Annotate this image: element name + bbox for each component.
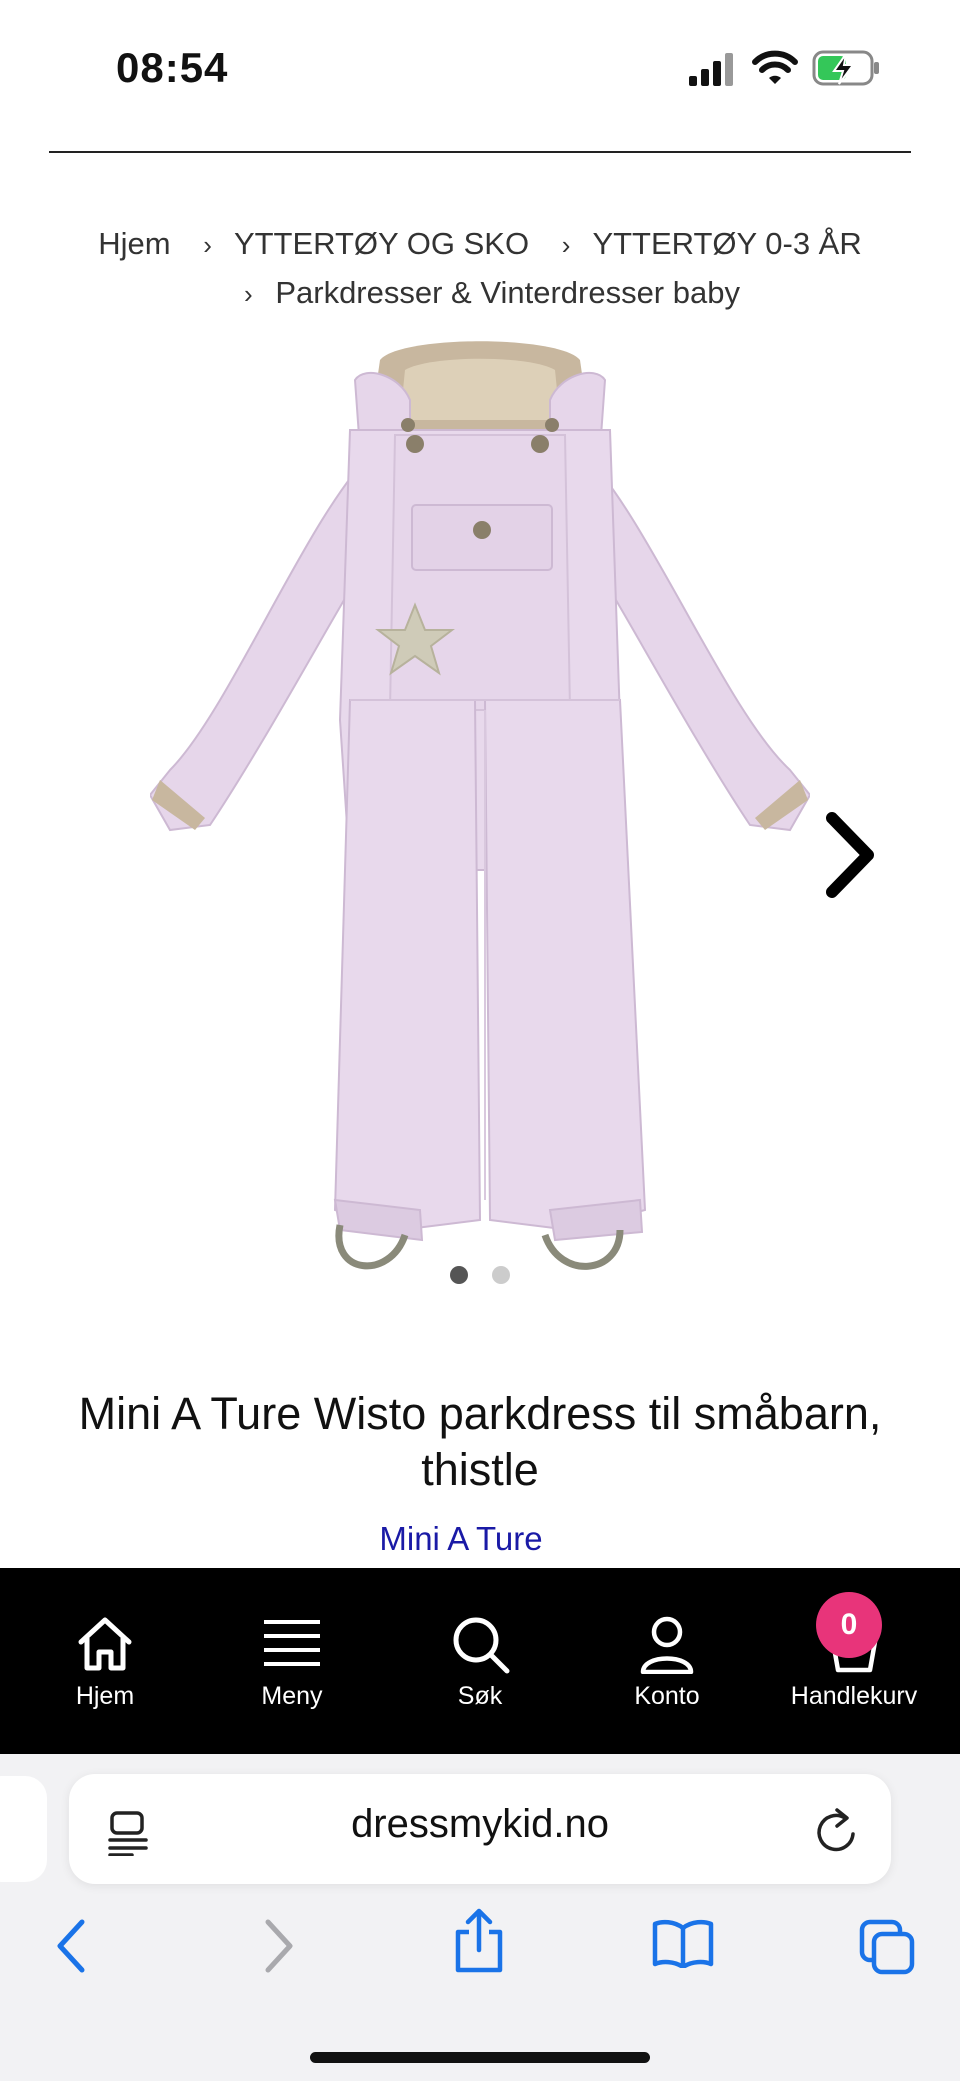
cellular-signal-icon [689, 53, 733, 86]
breadcrumb: Hjem › YTTERTØY OG SKO › YTTERTØY 0-3 ÅR… [0, 220, 960, 318]
nav-label-search: Søk [457, 1682, 503, 1710]
account-icon [640, 1616, 694, 1674]
home-indicator [310, 2052, 650, 2063]
brand-link[interactable]: Mini A Ture [0, 1520, 922, 1558]
header-divider [49, 151, 911, 153]
back-icon[interactable] [54, 1918, 88, 1974]
nav-item-search[interactable]: Søk [384, 1568, 576, 1754]
home-icon [78, 1617, 132, 1671]
breadcrumb-item-outerwear-0-3[interactable]: YTTERTØY 0-3 ÅR [592, 226, 861, 261]
share-icon[interactable] [452, 1908, 506, 1974]
chevron-right-icon: › [244, 279, 253, 309]
battery-charging-icon [812, 50, 879, 86]
nav-label-menu: Meny [261, 1682, 323, 1710]
wifi-icon [752, 50, 798, 84]
nav-item-home[interactable]: Hjem [9, 1568, 201, 1754]
breadcrumb-item-outerwear[interactable]: YTTERTØY OG SKO [234, 226, 529, 261]
next-image-arrow[interactable] [822, 810, 878, 900]
search-icon [453, 1617, 510, 1674]
bottom-nav-bar: Hjem Meny Søk Konto Handlekurv [0, 1568, 960, 1754]
reload-icon[interactable] [815, 1806, 859, 1856]
url-text[interactable]: dressmykid.no [69, 1802, 891, 1847]
forward-icon[interactable] [262, 1918, 296, 1974]
product-title: Mini A Ture Wisto parkdress til småbarn,… [78, 1388, 882, 1495]
gallery-dot-active[interactable] [449, 1266, 468, 1284]
nav-item-account[interactable]: Konto [571, 1568, 763, 1754]
previous-tab-preview[interactable] [0, 1776, 47, 1882]
breadcrumb-item-home[interactable]: Hjem [98, 226, 170, 261]
nav-label-account: Konto [634, 1682, 700, 1710]
nav-label-home: Hjem [75, 1682, 135, 1710]
tabs-icon[interactable] [858, 1918, 916, 1976]
breadcrumb-item-parkdresser[interactable]: Parkdresser & Vinterdresser baby [275, 275, 740, 310]
status-time: 08:54 [116, 44, 229, 91]
gallery-pagination [0, 1266, 960, 1289]
chevron-right-icon: › [561, 230, 571, 260]
nav-label-cart: Handlekurv [790, 1682, 918, 1710]
cart-count-badge: 0 [816, 1592, 882, 1658]
nav-item-menu[interactable]: Meny [196, 1568, 388, 1754]
product-image[interactable] [150, 340, 810, 1300]
gallery-dot[interactable] [492, 1266, 511, 1284]
chevron-right-icon: › [203, 230, 212, 260]
page-format-icon[interactable] [108, 1810, 150, 1856]
bookmarks-icon[interactable] [652, 1918, 714, 1968]
menu-icon [264, 1620, 320, 1666]
